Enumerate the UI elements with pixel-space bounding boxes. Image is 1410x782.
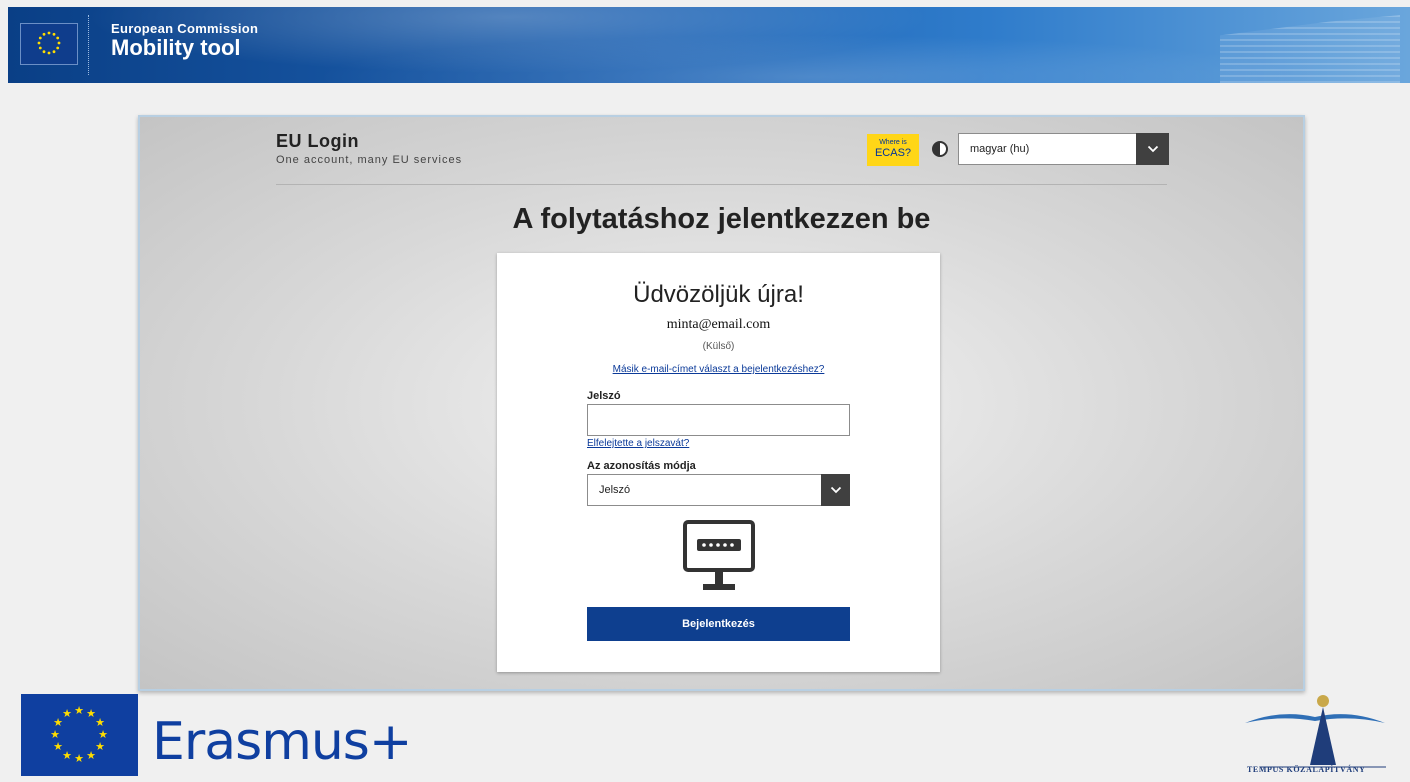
auth-method-value: Jelszó bbox=[599, 484, 631, 496]
page-title: A folytatáshoz jelentkezzen be bbox=[512, 203, 931, 235]
login-card: Üdvözöljük újra! minta@email.com (Külső)… bbox=[497, 253, 940, 672]
password-input[interactable] bbox=[587, 404, 850, 436]
eu-flag-icon bbox=[20, 23, 78, 65]
erasmus-logo-text: Erasmus+ bbox=[152, 712, 412, 772]
svg-text:★: ★ bbox=[62, 749, 72, 762]
chevron-down-icon[interactable] bbox=[821, 474, 850, 506]
tempus-logo-icon bbox=[1240, 693, 1390, 775]
chevron-down-icon[interactable] bbox=[1136, 133, 1169, 165]
auth-method-label: Az azonosítás módja bbox=[587, 460, 696, 472]
auth-method-select[interactable]: Jelszó bbox=[587, 474, 850, 506]
eu-login-title: EU Login bbox=[276, 131, 359, 151]
svg-text:★: ★ bbox=[50, 728, 60, 741]
ecas-big-label: ECAS? bbox=[874, 147, 912, 159]
svg-text:★: ★ bbox=[95, 740, 105, 753]
ec-header: European Commission Mobility tool bbox=[8, 7, 1410, 83]
forgot-password-link[interactable]: Elfelejtette a jelszavát? bbox=[587, 438, 689, 449]
contrast-icon[interactable] bbox=[932, 141, 948, 157]
svg-text:★: ★ bbox=[74, 704, 84, 717]
tempus-logo-text: TEMPUS KÖZALAPÍTVÁNY bbox=[1247, 765, 1366, 774]
account-type: (Külső) bbox=[702, 341, 735, 352]
user-email: minta@email.com bbox=[666, 317, 771, 332]
svg-text:★: ★ bbox=[74, 752, 84, 765]
svg-text:★: ★ bbox=[62, 707, 72, 720]
erasmus-flag-icon: ★ ★ ★ ★ ★ ★ ★ ★ ★ ★ ★ ★ bbox=[21, 694, 138, 776]
welcome-heading: Üdvözöljük újra! bbox=[633, 281, 804, 308]
monitor-password-icon bbox=[683, 520, 755, 596]
other-email-link[interactable]: Másik e-mail-címet választ a bejelentkez… bbox=[497, 364, 940, 375]
language-value: magyar (hu) bbox=[970, 143, 1030, 155]
login-button[interactable]: Bejelentkezés bbox=[587, 607, 850, 641]
header-titles: European Commission Mobility tool bbox=[111, 21, 258, 61]
app-name[interactable]: Mobility tool bbox=[111, 35, 258, 61]
eu-login-subtitle: One account, many EU services bbox=[276, 154, 463, 166]
svg-text:★: ★ bbox=[86, 749, 96, 762]
where-is-ecas-button[interactable]: Where is ECAS? bbox=[867, 134, 919, 166]
eu-login-frame: EU Login One account, many EU services W… bbox=[138, 115, 1305, 691]
language-select[interactable]: magyar (hu) bbox=[958, 133, 1169, 165]
password-label: Jelszó bbox=[587, 390, 621, 402]
ecas-small-label: Where is bbox=[879, 139, 907, 146]
svg-text:★: ★ bbox=[53, 740, 63, 753]
org-name: European Commission bbox=[111, 21, 259, 36]
eu-login-brand: EU Login One account, many EU services bbox=[276, 131, 462, 166]
header-rule bbox=[276, 184, 1167, 185]
header-divider bbox=[88, 15, 90, 75]
